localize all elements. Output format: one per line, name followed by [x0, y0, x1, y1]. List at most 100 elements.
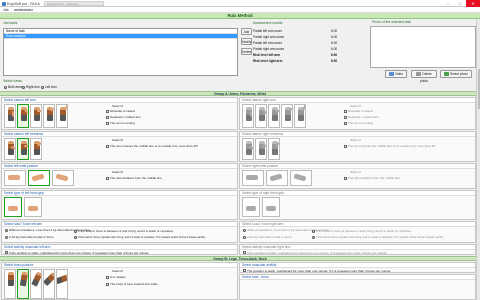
- posture-thumb[interactable]: [242, 138, 254, 160]
- posture-thumb-selected[interactable]: [17, 104, 29, 128]
- option-crosses-midline[interactable]: The arm crosses the middle line or is ou…: [106, 144, 198, 148]
- grip-thumb[interactable]: [242, 197, 260, 217]
- posture-thumb[interactable]: [294, 104, 306, 128]
- load-option[interactable]: If the load or force is greater than 10 …: [312, 236, 443, 239]
- view-right[interactable]: Right Arm: [22, 85, 40, 89]
- menu-administrator[interactable]: adminstrator: [14, 8, 33, 12]
- wrist-thumb[interactable]: [52, 170, 74, 186]
- view-left[interactable]: Left Arm: [41, 85, 57, 89]
- add-button[interactable]: Add: [241, 28, 252, 35]
- checkbox-icon: [344, 121, 347, 125]
- option-label: Separate / rotated arm: [110, 115, 141, 119]
- option-shoulder-raised[interactable]: Shoulder is raised: [106, 109, 135, 113]
- result-value: 6.00: [331, 59, 338, 63]
- result-row: Partial left arm score 6.00: [253, 41, 363, 45]
- video-label: Video: [394, 72, 404, 76]
- option-shoulder-raised[interactable]: Shoulder is raised: [344, 109, 373, 113]
- select-photo-button[interactable]: Select photo: [440, 70, 472, 78]
- grip-thumb[interactable]: [262, 197, 280, 217]
- modify-button[interactable]: Modify: [241, 38, 252, 45]
- job-task-list[interactable]: Name of task Rula example: [3, 28, 238, 76]
- option-wrist-deflects[interactable]: The wrist deflects from the middle line: [106, 176, 162, 180]
- activity-option[interactable]: The position is static, maintained for m…: [243, 269, 390, 273]
- torso-section: Select torso posture Select if It is rot…: [1, 262, 238, 300]
- activity-option[interactable]: If the position is static, maintained fo…: [5, 251, 148, 255]
- delete-photo-button[interactable]: Delete photo: [411, 70, 437, 83]
- checkbox-icon: [106, 115, 109, 119]
- job-tasks-label: Job tasks: [3, 21, 18, 25]
- load-option[interactable]: If the load or force is greater than 10 …: [74, 236, 205, 239]
- posture-thumb[interactable]: [4, 138, 16, 160]
- posture-thumb[interactable]: [30, 104, 42, 128]
- app-icon: [1, 1, 6, 6]
- torso-thumb[interactable]: [56, 269, 68, 299]
- torso-thumb[interactable]: [30, 269, 42, 299]
- torso-thumb[interactable]: [4, 269, 16, 299]
- checkbox-icon: [106, 121, 109, 125]
- result-value: 6.00: [331, 41, 338, 45]
- grip-thumb-selected[interactable]: [4, 197, 22, 217]
- option-arm-resting[interactable]: The arm is resting: [106, 121, 135, 125]
- radio-selected-icon: [41, 85, 44, 89]
- vertical-scrollbar[interactable]: [476, 19, 480, 300]
- posture-thumb[interactable]: [4, 104, 16, 128]
- result-row: Partial left arm score 6.00: [253, 29, 363, 33]
- section-title: Select activity muscular right arm: [240, 245, 475, 250]
- torso-thumb[interactable]: [43, 269, 55, 299]
- add-label: Add: [243, 30, 250, 34]
- menu-job[interactable]: Job: [3, 8, 8, 12]
- option-arm-resting[interactable]: The arm is resting: [344, 121, 373, 125]
- option-label: If the load or force is greater than 10 …: [316, 236, 444, 240]
- modify-label: Modify: [242, 40, 252, 44]
- checkbox-icon: [243, 251, 246, 255]
- option-label: 2-10 kg intermittent load or force: [247, 235, 292, 239]
- wrist-thumb[interactable]: [4, 170, 26, 186]
- title-bar: ErgoSoft pro - RULA ErgoSoft Pro - Manag…: [0, 0, 480, 7]
- radio-selected-icon: [5, 228, 8, 232]
- option-rotated-arm[interactable]: Separate / rotated arm: [344, 115, 379, 119]
- background-window-tab[interactable]: ErgoSoft Pro - Manager: [44, 1, 104, 6]
- minimize-icon[interactable]: –: [442, 0, 454, 7]
- wrist-thumb[interactable]: [242, 170, 264, 186]
- posture-thumb[interactable]: [268, 138, 280, 160]
- wrist-thumb-selected[interactable]: [28, 170, 50, 186]
- posture-thumb[interactable]: [30, 138, 42, 160]
- activity-option[interactable]: If the position is static, maintained fo…: [243, 251, 386, 255]
- video-button[interactable]: Video: [385, 70, 407, 78]
- posture-thumb-selected[interactable]: [17, 138, 29, 160]
- section-title: Select stance right forearms: [240, 132, 475, 137]
- right-wrist-section: Select right wrist posture Select if The…: [239, 163, 476, 189]
- method-banner: Rula Method: [0, 13, 480, 19]
- option-rotated[interactable]: It is rotated: [106, 275, 125, 279]
- option-crosses-midline[interactable]: The arm crosses the middle line or is ou…: [344, 144, 436, 148]
- section-title: Select muscular activity: [240, 263, 475, 268]
- result-row: Risk level right arm 6.00: [253, 59, 363, 63]
- posture-thumb[interactable]: [268, 104, 280, 128]
- torso-thumb-selected[interactable]: [17, 269, 29, 299]
- posture-thumb[interactable]: [281, 104, 293, 128]
- posture-thumb[interactable]: [56, 104, 68, 128]
- posture-thumb[interactable]: [255, 104, 267, 128]
- view-both[interactable]: Both arms: [4, 85, 23, 89]
- option-wrist-deflects[interactable]: The wrist deflects from the middle line: [344, 176, 400, 180]
- section-title: Select load / force left arm: [2, 222, 237, 227]
- posture-thumb[interactable]: [242, 104, 254, 128]
- posture-thumb[interactable]: [255, 138, 267, 160]
- job-task-row[interactable]: Rula example: [4, 34, 237, 39]
- option-bent-sides[interactable]: The body is bent towards the sides: [106, 282, 158, 286]
- wrist-thumb[interactable]: [290, 170, 312, 186]
- posture-thumb[interactable]: [43, 104, 55, 128]
- option-label: If the load or force is between 2 and 10…: [316, 229, 412, 233]
- load-option[interactable]: If the load or force is between 2 and 10…: [74, 229, 173, 233]
- maximize-icon[interactable]: □: [454, 0, 466, 7]
- load-option[interactable]: If the load or force is between 2 and 10…: [312, 229, 411, 233]
- load-option[interactable]: 2-10 kg intermittent load or force: [5, 235, 54, 239]
- view-left-label: Left Arm: [45, 85, 57, 89]
- section-title: Select type of right hand grip: [240, 191, 475, 196]
- close-icon[interactable]: ✕: [466, 0, 480, 7]
- delete-button[interactable]: Delete: [241, 48, 252, 55]
- load-option[interactable]: 2-10 kg intermittent load or force: [243, 235, 292, 239]
- option-rotated-arm[interactable]: Separate / rotated arm: [106, 115, 141, 119]
- wrist-thumb[interactable]: [266, 170, 288, 186]
- grip-thumb[interactable]: [24, 197, 42, 217]
